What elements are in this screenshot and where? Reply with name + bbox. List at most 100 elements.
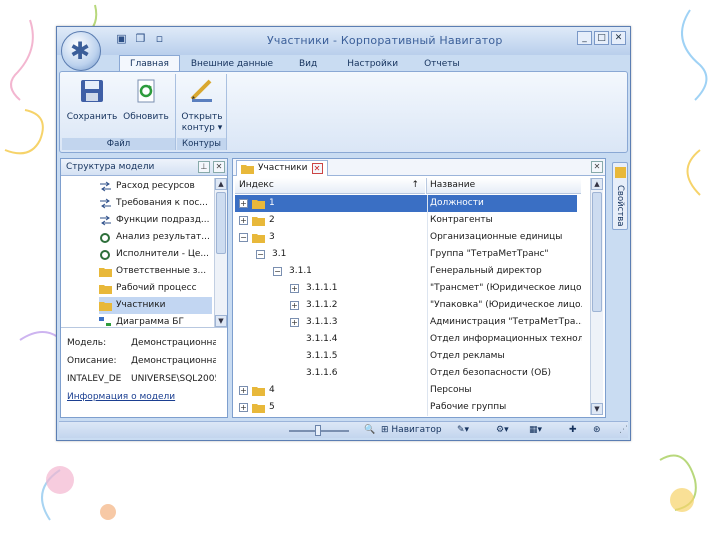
table-row[interactable]: +2 Контрагенты [235, 212, 577, 229]
minimize-button[interactable]: _ [577, 31, 592, 45]
name-cell: "Трансмет" (Юридическое лицо... [427, 280, 582, 297]
name-cell: Администрация "ТетраМетТра... [427, 314, 582, 331]
refresh-button[interactable]: Обновить [120, 78, 172, 123]
grid-scroll-thumb[interactable] [592, 192, 602, 312]
table-row[interactable]: 3.1.1.5 Отдел рекламы [235, 348, 577, 365]
collapse-icon[interactable]: − [239, 233, 248, 242]
tab-settings[interactable]: Настройки [332, 55, 413, 71]
index-cell: +3.1.1.1 [235, 280, 425, 297]
index-cell: −3.1.1 [235, 263, 425, 280]
table-row[interactable]: +1 Должности [235, 195, 577, 212]
index-cell: +3.1.1.3 [235, 314, 425, 331]
table-row[interactable]: +4 Персоны [235, 382, 577, 399]
zoom-slider-knob[interactable] [315, 425, 321, 436]
pin-icon[interactable]: ⊥ [198, 161, 210, 173]
name-cell: Генеральный директор [427, 263, 582, 280]
expand-icon[interactable]: + [239, 386, 248, 395]
table-row[interactable]: −3 Организационные единицы [235, 229, 577, 246]
help-icon[interactable]: ⊛ [593, 424, 601, 437]
expand-icon[interactable]: + [290, 284, 299, 293]
tree-item[interactable]: Диаграмма БГ [99, 314, 212, 326]
arrows-icon [100, 215, 111, 226]
scroll-up-icon[interactable]: ▲ [215, 178, 227, 190]
tree-item[interactable]: Требования к пос... [99, 195, 212, 212]
folder-icon [252, 234, 265, 243]
table-row[interactable]: −3.1 Группа "ТетраМетТранс" [235, 246, 577, 263]
save-button[interactable]: Сохранить [66, 78, 118, 123]
tab-home[interactable]: Главная [119, 55, 180, 71]
properties-side-tab[interactable]: Свойства [612, 162, 628, 230]
close-button[interactable]: ✕ [611, 31, 626, 45]
server-row: INTALEV_DE UNIVERSE\SQL2005 [67, 370, 216, 388]
scroll-down-icon[interactable]: ▼ [215, 315, 227, 327]
index-text: 3 [269, 232, 275, 242]
model-info: Модель: Демонстрационная м Описание: Демон… [61, 327, 227, 402]
structure-scrollbar[interactable]: ▲ ▼ [214, 178, 227, 327]
filter-icon[interactable]: ⚙▾ [496, 424, 509, 437]
expand-icon[interactable]: + [290, 318, 299, 327]
maximize-button[interactable]: □ [594, 31, 609, 45]
tree-item-label: Диаграмма БГ [116, 317, 184, 326]
save-icon[interactable]: ▣ [115, 32, 128, 45]
column-header-index[interactable]: Индекс ↑ [235, 178, 425, 194]
pencil-ruler-icon [190, 79, 212, 102]
application-button[interactable]: ✱ [61, 31, 101, 71]
model-info-link[interactable]: Информация о модели [67, 388, 175, 406]
table-row[interactable]: +3.1.1.3 Администрация "ТетраМетТра... [235, 314, 582, 331]
description-value: Демонстрационная м [131, 356, 216, 366]
close-panel-icon[interactable]: ✕ [591, 161, 603, 173]
zoom-icon[interactable]: 🔍 [364, 424, 375, 437]
participants-grid: +1 Должности +2 Контрагенты −3 Организационны… [233, 195, 593, 417]
table-row[interactable]: 3.1.1.4 Отдел информационных технол... [235, 331, 582, 348]
close-icon[interactable]: ✕ [213, 161, 225, 173]
expand-icon[interactable]: + [239, 216, 248, 225]
grid-scroll-up-icon[interactable]: ▲ [591, 178, 603, 190]
table-row[interactable]: +3.1.1.2 "Упаковка" (Юридическое лицо... [235, 297, 582, 314]
status-bar: 🔍 ⊞ Навигатор ✎▾ ⚙▾ ▦▾ ✚ ⊛ ⋰ [59, 421, 628, 438]
tree-item-label: Расход ресурсов [116, 181, 195, 191]
group-contours: Открыть контур ▾ Контуры [177, 74, 227, 150]
qat-dropdown-icon[interactable]: ▫ [153, 32, 166, 45]
table-row[interactable]: 3.1.1.6 Отдел безопасности (ОБ) [235, 365, 577, 382]
app-window: ▣ ❐ ▫ Участники - Корпоративный Навигато… [56, 26, 631, 441]
resize-grip-icon: ⋰ [619, 425, 628, 435]
index-text: 2 [269, 215, 275, 225]
table-row[interactable]: +3.1.1.1 "Трансмет" (Юридическое лицо... [235, 280, 582, 297]
close-tab-icon[interactable]: ✕ [311, 163, 323, 174]
tree-item[interactable]: Ответственные з... [99, 263, 212, 280]
arrows-icon [100, 198, 111, 209]
pen-tool-icon[interactable]: ✎▾ [457, 424, 469, 437]
scroll-thumb[interactable] [216, 192, 226, 254]
tab-reports[interactable]: Отчеты [413, 55, 471, 71]
index-text: 3.1.1.5 [306, 351, 338, 361]
expand-icon[interactable]: + [239, 199, 248, 208]
tools-icon[interactable]: ✚ [569, 424, 577, 437]
tree-item[interactable]: Исполнители - Це... [99, 246, 212, 263]
sort-arrow-icon: ↑ [411, 180, 419, 190]
tree-item[interactable]: Анализ результат... [99, 229, 212, 246]
name-cell: Отдел рекламы [427, 348, 582, 365]
layout-icon[interactable]: ▦▾ [529, 424, 542, 437]
description-key: Описание: [67, 356, 117, 366]
open-contour-button[interactable]: Открыть контур ▾ [179, 78, 225, 134]
tree-item[interactable]: Расход ресурсов [99, 178, 212, 195]
collapse-icon[interactable]: − [273, 267, 282, 276]
grid-scrollbar[interactable]: ▲ ▼ [590, 178, 603, 415]
grid-scroll-down-icon[interactable]: ▼ [591, 403, 603, 415]
column-header-name[interactable]: Название [426, 178, 581, 194]
ribbon: Сохранить Обновить Файл Открыть контур ▾… [59, 71, 628, 153]
tab-view[interactable]: Вид [284, 55, 332, 71]
collapse-icon[interactable]: − [256, 250, 265, 259]
tab-participants[interactable]: Участники ✕ [236, 160, 328, 176]
expand-icon[interactable]: + [239, 403, 248, 412]
table-row[interactable]: −3.1.1 Генеральный директор [235, 263, 577, 280]
tree-item[interactable]: Участники [99, 297, 212, 314]
folder-icon [252, 200, 265, 209]
expand-icon[interactable]: + [290, 301, 299, 310]
navigator-button[interactable]: ⊞ Навигатор [381, 424, 442, 437]
copy-icon[interactable]: ❐ [134, 32, 147, 45]
tree-item[interactable]: Функции подразд... [99, 212, 212, 229]
tab-external-data[interactable]: Внешние данные [180, 55, 284, 71]
tree-item[interactable]: Рабочий процесс [99, 280, 212, 297]
table-row[interactable]: +5 Рабочие группы [235, 399, 577, 416]
